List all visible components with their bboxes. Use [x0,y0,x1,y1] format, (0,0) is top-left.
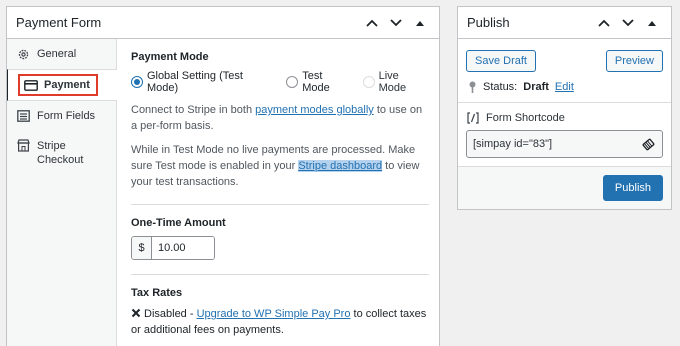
payment-mode-title: Payment Mode [131,51,209,63]
radio-test-mode[interactable]: Test Mode [286,70,352,94]
gear-icon [18,49,29,59]
upgrade-link[interactable]: Upgrade to WP Simple Pay Pro [197,308,351,320]
publish-header: Publish [458,7,671,39]
close-icon [131,308,141,318]
shortcode-label-row: Form Shortcode [466,112,663,124]
publish-actions: Save Draft Preview [458,39,671,72]
radio-circle[interactable] [286,76,299,88]
settings-tabs: General Payment Form Fields Stripe Check… [7,39,117,346]
payment-mode-section: Payment Mode Global Setting (Test Mode) … [131,39,429,205]
tab-form-fields-label: Form Fields [37,110,96,122]
radio-circle[interactable] [131,76,143,88]
edit-status-link[interactable]: Edit [555,81,574,93]
one-time-amount-title: One-Time Amount [131,217,226,229]
radio-label: Global Setting (Test Mode) [146,70,243,94]
shortcode-section: Form Shortcode [simpay id="83"] [458,103,671,158]
panel-title: Payment Form [16,15,102,30]
tax-rates-title: Tax Rates [131,287,183,299]
shortcode-icon [467,112,479,124]
tab-general[interactable]: General [7,39,116,69]
editor-page: Payment Form General Payment Form Fields… [0,0,680,346]
credit-card-icon [24,79,38,91]
publish-title: Publish [467,15,510,30]
radio-label: Test Mode [302,70,330,94]
tab-payment-highlight: Payment [18,74,98,96]
tab-stripe-checkout-label: Stripe Checkout [37,140,84,166]
publish-footer: Publish [458,166,671,209]
tab-payment-label: Payment [44,79,90,91]
preview-button[interactable]: Preview [605,50,663,72]
shortcode-field[interactable]: [simpay id="83"] [466,130,663,158]
tab-form-fields[interactable]: Form Fields [7,101,116,131]
tax-rates-section: Tax Rates Disabled - Upgrade to WP Simpl… [131,275,429,346]
collapse-toggle-icon[interactable] [410,13,430,33]
shortcode-value: [simpay id="83"] [473,138,553,150]
tab-payment[interactable]: Payment [7,69,117,101]
list-icon [17,110,30,122]
save-draft-button[interactable]: Save Draft [466,50,536,72]
store-icon [17,139,30,152]
tab-content: Payment Mode Global Setting (Test Mode) … [117,39,439,346]
copy-icon[interactable] [641,137,656,152]
tab-stripe-checkout[interactable]: Stripe Checkout [7,131,116,177]
radio-global-setting[interactable]: Global Setting (Test Mode) [131,70,276,94]
amount-input-group: $ 10.00 [131,236,215,260]
payment-mode-desc-global: Connect to Stripe in both payment modes … [131,102,429,134]
radio-label: Live Mode [378,70,407,94]
currency-symbol: $ [132,237,152,259]
shortcode-label: Form Shortcode [486,112,565,124]
radio-circle[interactable] [362,76,375,88]
radio-live-mode[interactable]: Live Mode [362,70,429,94]
one-time-amount-section: One-Time Amount $ 10.00 [131,205,429,275]
collapse-toggle-icon[interactable] [642,13,662,33]
stripe-dashboard-link[interactable]: Stripe dashboard [298,160,383,172]
payment-mode-desc-test: While in Test Mode no live payments are … [131,142,429,190]
status-value: Draft [523,81,549,93]
desc-text: Connect to Stripe in both [131,104,256,116]
tax-status: Disabled - [144,308,197,320]
payment-modes-globally-link[interactable]: payment modes globally [255,104,374,116]
status-label: Status: [483,81,518,93]
publish-button[interactable]: Publish [602,175,663,201]
move-down-icon[interactable] [386,13,406,33]
tax-rates-desc: Disabled - Upgrade to WP Simple Pay Pro … [131,306,429,338]
move-down-icon[interactable] [618,13,638,33]
panel-header: Payment Form [7,7,439,39]
move-up-icon[interactable] [594,13,614,33]
payment-form-panel: Payment Form General Payment Form Fields… [6,6,440,346]
move-up-icon[interactable] [362,13,382,33]
tab-general-label: General [37,48,77,60]
payment-mode-options: Global Setting (Test Mode) Test Mode Liv… [131,70,429,94]
amount-input[interactable]: 10.00 [152,237,214,259]
pin-icon [469,81,476,93]
post-status: Status: Draft Edit [458,72,671,93]
publish-panel: Publish Save Draft Preview Status: Draft E… [457,6,672,210]
